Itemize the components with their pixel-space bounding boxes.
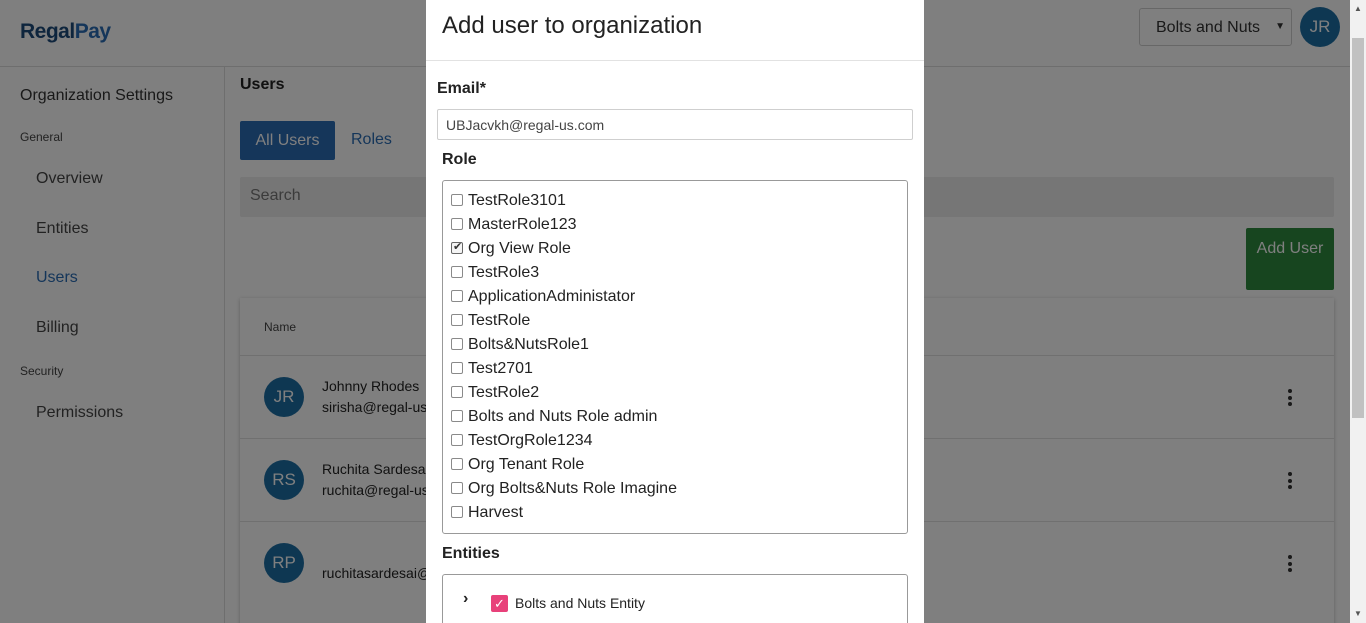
checkbox-icon[interactable]	[451, 314, 463, 326]
checkbox-icon[interactable]	[451, 410, 463, 422]
page-scrollbar[interactable]: ▲ ▼	[1350, 0, 1366, 623]
entities-label: Entities	[442, 545, 500, 562]
checkbox-checked-icon[interactable]	[451, 240, 463, 254]
checkbox-icon[interactable]	[451, 482, 463, 494]
checkbox-checked-icon[interactable]: ✓	[491, 595, 508, 612]
checkbox-icon[interactable]	[451, 290, 463, 302]
checkbox-icon[interactable]	[451, 458, 463, 470]
entity-label: Bolts and Nuts Entity	[515, 595, 645, 611]
role-list: TestRole3101 MasterRole123 Org View Role…	[442, 180, 908, 534]
checkbox-icon[interactable]	[451, 386, 463, 398]
scroll-up-icon[interactable]: ▲	[1354, 4, 1362, 13]
modal-title: Add user to organization	[442, 12, 703, 39]
add-user-modal: Add user to organization Email* UBJacvkh…	[426, 0, 924, 623]
email-label: Email*	[437, 80, 486, 97]
checkbox-icon[interactable]	[451, 194, 463, 206]
checkbox-icon[interactable]	[451, 362, 463, 374]
checkbox-icon[interactable]	[451, 266, 463, 278]
email-field[interactable]: UBJacvkh@regal-us.com	[437, 109, 913, 140]
scrollbar-thumb[interactable]	[1352, 38, 1364, 418]
modal-header: Add user to organization	[426, 0, 924, 61]
scroll-down-icon[interactable]: ▼	[1354, 609, 1362, 618]
chevron-right-icon[interactable]: ›	[463, 590, 468, 608]
entities-tree: › ✓ Bolts and Nuts Entity	[442, 574, 908, 623]
checkbox-icon[interactable]	[451, 338, 463, 350]
role-label: Role	[442, 151, 477, 168]
checkbox-icon[interactable]	[451, 434, 463, 446]
checkbox-icon[interactable]	[451, 218, 463, 230]
checkbox-icon[interactable]	[451, 506, 463, 518]
